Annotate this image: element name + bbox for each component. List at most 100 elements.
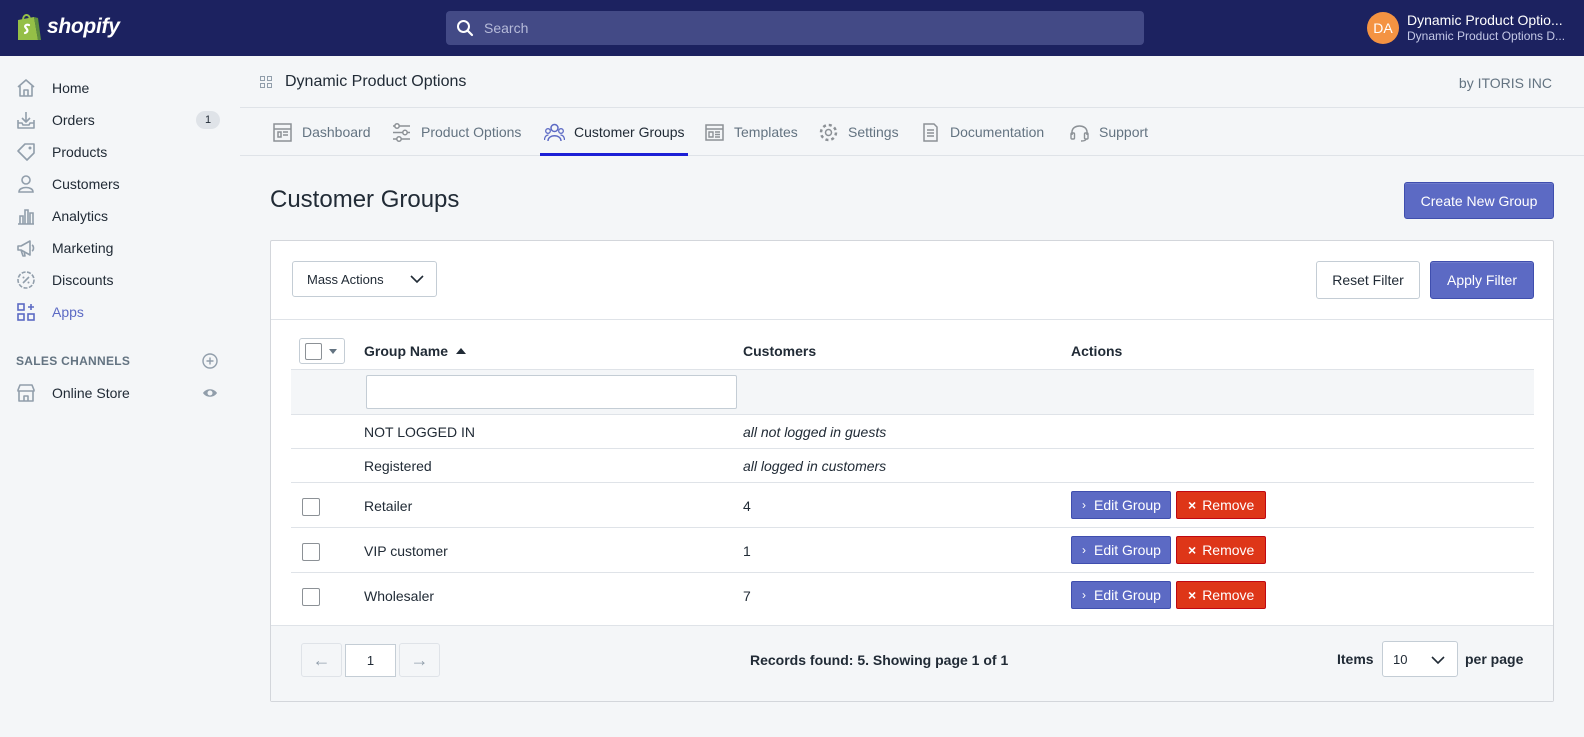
pagination-bar: ← 1 → Records found: 5. Showing page 1 o… xyxy=(271,625,1553,701)
tab-support[interactable]: Support xyxy=(1069,108,1148,156)
search-bar[interactable] xyxy=(446,11,1144,45)
app-tabs: Dashboard Product Options Customer Group… xyxy=(240,108,1584,156)
remove-button[interactable]: × Remove xyxy=(1176,581,1266,609)
reset-filter-button[interactable]: Reset Filter xyxy=(1316,261,1420,299)
sidebar-item-label: Home xyxy=(52,80,90,96)
sidebar-item-orders[interactable]: Orders 1 xyxy=(0,104,240,136)
group-customers: 4 xyxy=(743,498,751,514)
column-group-name[interactable]: Group Name xyxy=(364,343,467,359)
next-page-button[interactable]: → xyxy=(399,643,440,677)
group-customers: 7 xyxy=(743,588,751,604)
group-customers: 1 xyxy=(743,543,751,559)
page-number-input[interactable]: 1 xyxy=(345,644,396,677)
sidebar-item-label: Orders xyxy=(52,112,95,128)
account-menu[interactable]: DA Dynamic Product Optio... Dynamic Prod… xyxy=(1367,12,1577,44)
close-icon: × xyxy=(1188,587,1197,603)
sidebar-item-home[interactable]: Home xyxy=(0,72,240,104)
select-all-dropdown[interactable] xyxy=(299,338,345,364)
groups-card: Mass Actions Reset Filter Apply Filter G… xyxy=(270,240,1554,702)
chevron-down-icon xyxy=(1431,656,1445,665)
table-row: NOT LOGGED IN all not logged in guests xyxy=(291,415,1534,449)
bar-chart-icon xyxy=(18,209,34,225)
select-all-checkbox[interactable] xyxy=(305,343,322,360)
sidebar-item-label: Analytics xyxy=(52,208,109,224)
chevron-right-icon: › xyxy=(1082,588,1086,602)
remove-button[interactable]: × Remove xyxy=(1176,491,1266,519)
templates-icon xyxy=(705,123,724,141)
group-name: Wholesaler xyxy=(364,588,435,604)
chevron-right-icon: › xyxy=(1082,543,1086,557)
avatar[interactable]: DA xyxy=(1367,12,1399,44)
group-name-filter-input[interactable] xyxy=(366,375,737,409)
add-channel-icon[interactable] xyxy=(202,353,218,369)
account-name: Dynamic Product Optio... xyxy=(1407,12,1563,28)
group-name: Registered xyxy=(364,458,432,474)
tab-dashboard[interactable]: Dashboard xyxy=(272,108,371,156)
remove-button[interactable]: × Remove xyxy=(1176,536,1266,564)
apps-icon xyxy=(17,303,35,321)
group-name: NOT LOGGED IN xyxy=(364,424,475,440)
discount-icon xyxy=(17,271,35,289)
eye-icon[interactable] xyxy=(202,385,218,401)
sales-channels-heading: SALES CHANNELS xyxy=(16,354,131,368)
sidebar-item-discounts[interactable]: Discounts xyxy=(0,264,240,296)
row-checkbox[interactable] xyxy=(302,498,320,516)
sidebar-item-label: Discounts xyxy=(52,272,114,288)
tab-settings[interactable]: Settings xyxy=(818,108,899,156)
per-page-select[interactable]: 10 xyxy=(1382,641,1458,677)
dashboard-icon xyxy=(273,122,292,142)
create-new-group-button[interactable]: Create New Group xyxy=(1404,182,1554,219)
table-row: VIP customer 1 › Edit Group × Remove xyxy=(291,528,1534,573)
sidebar-item-label: Marketing xyxy=(52,240,114,256)
row-checkbox[interactable] xyxy=(302,543,320,561)
megaphone-icon xyxy=(17,240,35,257)
mass-actions-select[interactable]: Mass Actions xyxy=(292,261,437,297)
close-icon: × xyxy=(1188,542,1197,558)
caret-down-icon xyxy=(329,349,337,354)
group-name: Retailer xyxy=(364,498,413,514)
divider xyxy=(271,319,1553,320)
store-icon xyxy=(17,384,35,402)
sidebar-item-analytics[interactable]: Analytics xyxy=(0,200,240,232)
headset-icon xyxy=(1070,124,1089,142)
sidebar-item-apps[interactable]: Apps xyxy=(0,296,240,328)
app-grid-icon xyxy=(260,76,272,88)
orders-icon xyxy=(17,112,35,129)
tab-product-options[interactable]: Product Options xyxy=(391,108,521,156)
table-row: Registered all logged in customers xyxy=(291,449,1534,483)
filter-row xyxy=(291,369,1534,415)
tab-customer-groups[interactable]: Customer Groups xyxy=(540,108,689,156)
sidebar-item-label: Apps xyxy=(52,304,84,320)
shopify-logo[interactable]: shopify xyxy=(15,12,120,42)
sidebar-item-customers[interactable]: Customers xyxy=(0,168,240,200)
app-header: Dynamic Product Options by ITORIS INC xyxy=(240,56,1584,108)
shopify-bag-icon xyxy=(18,14,41,40)
column-actions: Actions xyxy=(1071,343,1123,359)
top-bar: shopify DA Dynamic Product Optio... Dyna… xyxy=(0,0,1584,56)
sidebar-item-label: Customers xyxy=(52,176,120,192)
edit-group-button[interactable]: › Edit Group xyxy=(1071,491,1171,519)
group-customers: all logged in customers xyxy=(743,458,887,474)
search-input[interactable] xyxy=(484,20,1124,36)
orders-count-badge: 1 xyxy=(196,111,220,129)
prev-page-button[interactable]: ← xyxy=(301,643,342,677)
app-title: Dynamic Product Options xyxy=(285,73,467,90)
column-customers: Customers xyxy=(743,343,817,359)
tab-documentation[interactable]: Documentation xyxy=(920,108,1044,156)
arrow-left-icon: ← xyxy=(312,649,331,670)
gear-icon xyxy=(819,123,838,141)
edit-group-button[interactable]: › Edit Group xyxy=(1071,581,1171,609)
edit-group-button[interactable]: › Edit Group xyxy=(1071,536,1171,564)
chevron-right-icon: › xyxy=(1082,498,1086,512)
group-customers: all not logged in guests xyxy=(743,424,887,440)
sidebar-item-marketing[interactable]: Marketing xyxy=(0,232,240,264)
apply-filter-button[interactable]: Apply Filter xyxy=(1430,261,1534,299)
sort-asc-icon xyxy=(456,348,467,354)
row-checkbox[interactable] xyxy=(302,588,320,606)
sidebar-item-online-store[interactable]: Online Store xyxy=(0,377,240,409)
per-page-label: per page xyxy=(1465,651,1524,667)
group-name: VIP customer xyxy=(364,543,448,559)
sidebar-item-products[interactable]: Products xyxy=(0,136,240,168)
tab-templates[interactable]: Templates xyxy=(704,108,798,156)
document-icon xyxy=(923,122,938,142)
